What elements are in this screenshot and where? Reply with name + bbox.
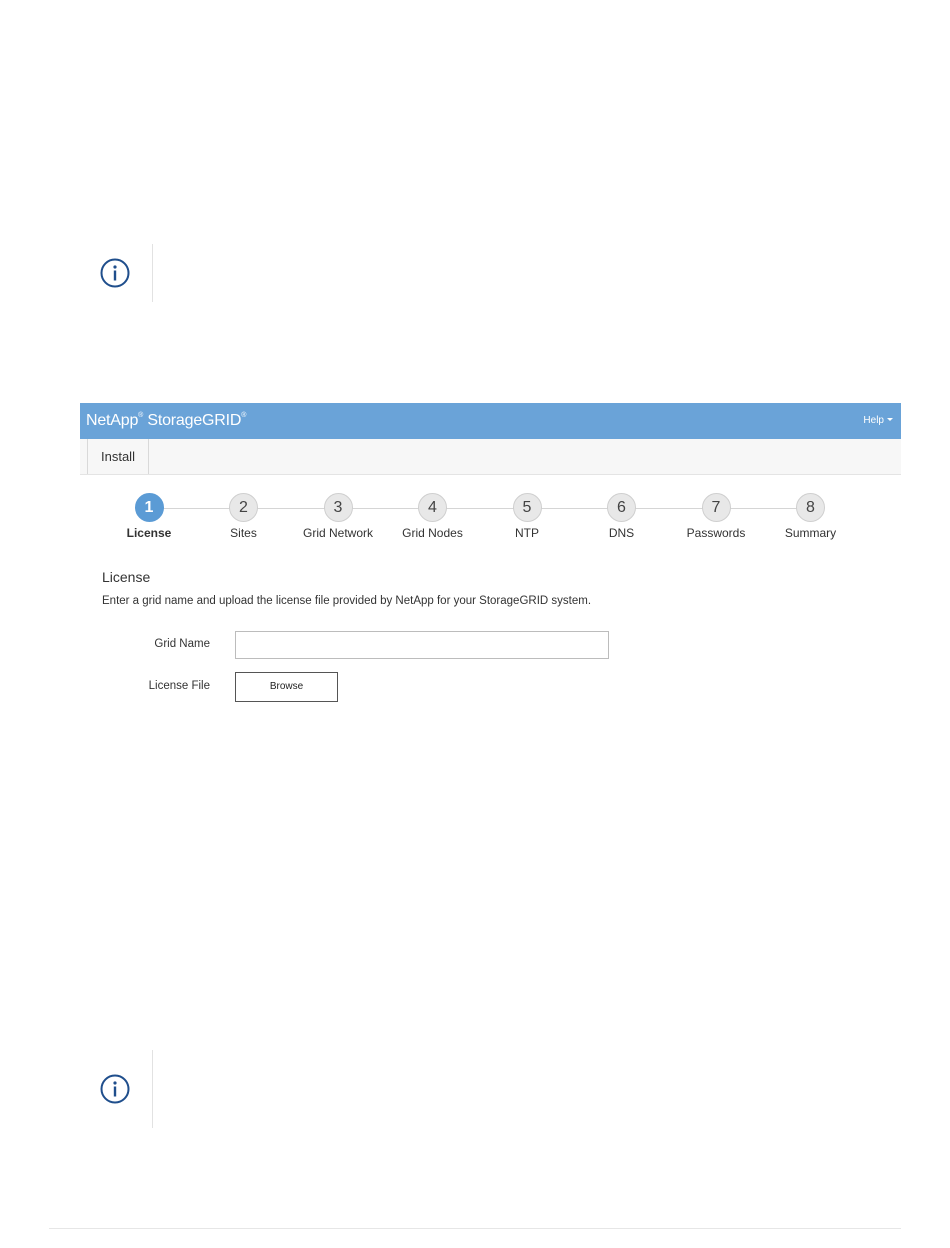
brand-name: NetApp — [86, 412, 139, 429]
step-dns[interactable]: 6 DNS — [572, 491, 672, 540]
step-grid-nodes[interactable]: 4 Grid Nodes — [383, 491, 483, 540]
step-number: 8 — [796, 493, 825, 522]
section-title: License — [102, 569, 151, 585]
grid-name-label: Grid Name — [154, 638, 210, 650]
step-number: 1 — [134, 493, 164, 522]
app-brand: NetApp® StorageGRID® — [86, 412, 246, 430]
step-label: NTP — [515, 526, 539, 540]
step-label: Passwords — [686, 526, 746, 540]
step-passwords[interactable]: 7 Passwords — [666, 491, 766, 540]
grid-name-input[interactable] — [235, 631, 609, 659]
note-callout — [96, 244, 156, 302]
footer-divider — [49, 1228, 901, 1229]
help-menu[interactable]: Help — [863, 415, 893, 426]
app-header: NetApp® StorageGRID® Help — [80, 403, 901, 439]
step-sites[interactable]: 2 Sites — [194, 491, 294, 540]
nav-tab-install[interactable]: Install — [87, 439, 149, 474]
step-license[interactable]: 1 License — [99, 491, 199, 540]
note-divider — [152, 1050, 153, 1128]
step-number: 7 — [701, 493, 731, 522]
step-number: 2 — [229, 493, 258, 522]
install-stepper: 1 License 2 Sites 3 Grid Network 4 Grid Nodes 5 N… — [80, 491, 901, 541]
step-label: Sites — [230, 526, 257, 540]
storagegrid-installer-screenshot: NetApp® StorageGRID® Help Install 1 Licen… — [80, 403, 901, 723]
info-icon — [100, 258, 130, 288]
product-mark: ® — [241, 412, 247, 419]
section-description: Enter a grid name and upload the license… — [102, 595, 592, 607]
step-ntp[interactable]: 5 NTP — [477, 491, 577, 540]
app-nav: Install — [80, 439, 901, 475]
product-name: StorageGRID — [147, 412, 242, 429]
step-label: DNS — [608, 526, 635, 540]
step-label: Grid Nodes — [402, 526, 463, 540]
step-number: 6 — [607, 493, 636, 522]
step-label: Summary — [784, 526, 837, 540]
browse-button[interactable]: Browse — [235, 672, 338, 702]
license-file-label: License File — [148, 680, 210, 692]
step-number: 4 — [418, 493, 447, 522]
step-summary[interactable]: 8 Summary — [761, 491, 861, 540]
step-grid-network[interactable]: 3 Grid Network — [288, 491, 388, 540]
help-label: Help — [863, 415, 884, 426]
step-label: Grid Network — [302, 526, 373, 540]
info-icon — [100, 1074, 130, 1104]
brand-mark: ® — [138, 412, 144, 419]
step-label: License — [126, 526, 172, 540]
note-divider — [152, 244, 153, 302]
documentation-page: NetApp® StorageGRID® Help Install 1 Licen… — [0, 0, 950, 1248]
step-number: 3 — [323, 493, 353, 522]
note-callout — [96, 1050, 156, 1128]
step-number: 5 — [512, 493, 542, 522]
caret-down-icon — [887, 418, 893, 421]
